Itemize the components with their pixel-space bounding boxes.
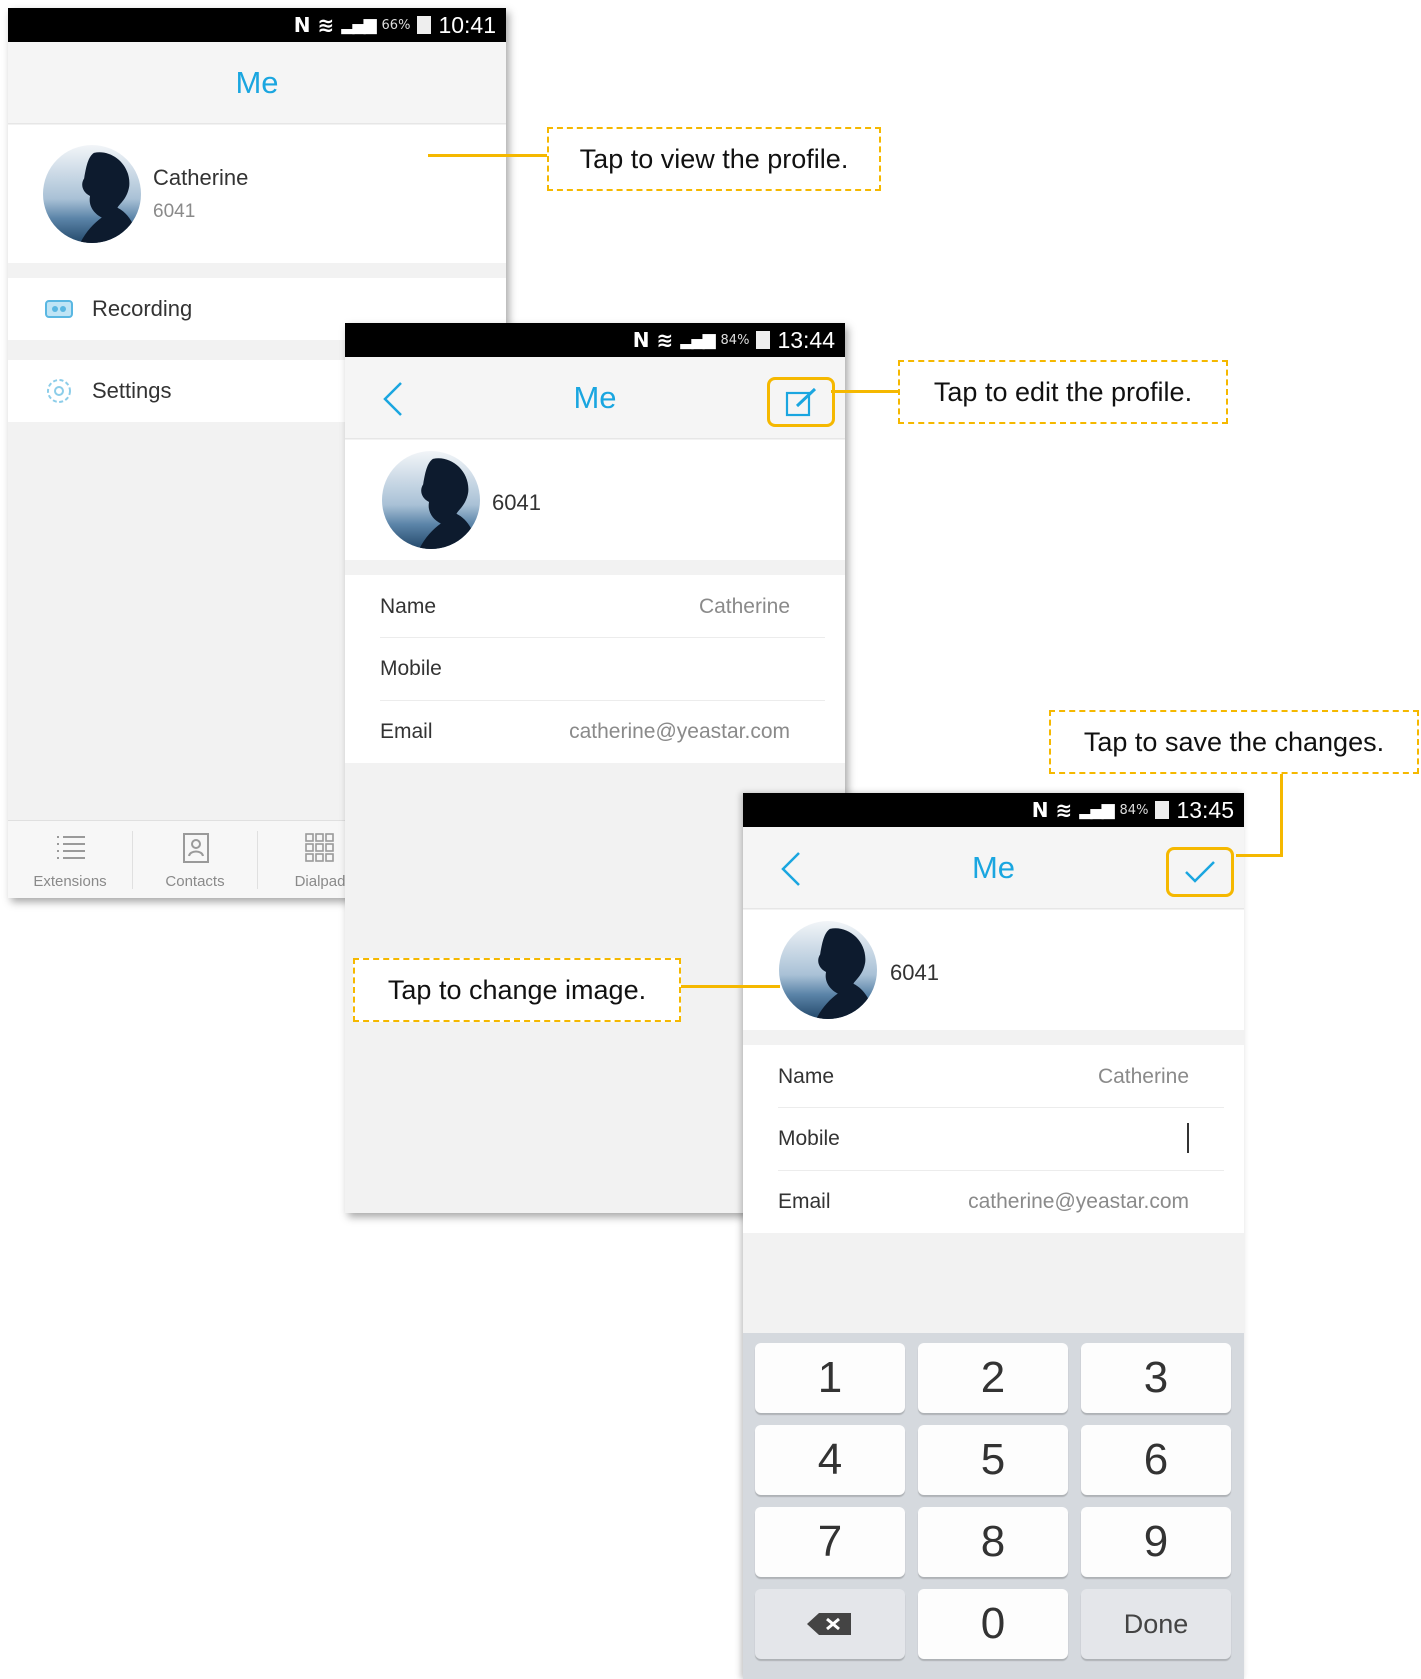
status-bar: N ≋ ▂▄▆ 84% 13:44 [345, 323, 845, 357]
callout-view-profile: Tap to view the profile. [547, 127, 881, 191]
backspace-key[interactable] [755, 1589, 905, 1659]
profile-card[interactable]: Catherine 6041 [8, 125, 506, 263]
field-label-name: Name [778, 1065, 835, 1088]
field-label-email: Email [380, 720, 433, 743]
text-cursor [1187, 1123, 1189, 1153]
dialpad-grid-icon [305, 833, 334, 862]
signal-icon: ▂▄▆ [680, 330, 715, 350]
field-label-name: Name [380, 595, 437, 618]
list-icon [57, 836, 85, 859]
key-7[interactable]: 7 [755, 1507, 905, 1577]
callout-save-changes: Tap to save the changes. [1049, 710, 1419, 774]
field-label-email: Email [778, 1190, 831, 1213]
nfc-icon: N [632, 328, 650, 352]
key-3[interactable]: 3 [1081, 1343, 1231, 1413]
avatar-section: 6041 [743, 910, 1244, 1030]
menu-label-recording: Recording [92, 296, 193, 321]
avatar [43, 145, 141, 243]
battery-percent: 84% [720, 332, 750, 348]
key-9[interactable]: 9 [1081, 1507, 1231, 1577]
numeric-keypad: 1 2 3 4 5 6 7 8 9 0 Done [743, 1333, 1244, 1679]
key-6[interactable]: 6 [1081, 1425, 1231, 1495]
divider [380, 700, 825, 701]
contacts-book-icon [183, 833, 209, 863]
signal-icon: ▂▄▆ [1079, 800, 1114, 820]
nfc-icon: N [1031, 798, 1049, 822]
tab-label-extensions: Extensions [33, 873, 107, 890]
avatar-section: 6041 [345, 440, 845, 560]
signal-icon: ▂▄▆ [341, 15, 376, 35]
checkmark-icon [1185, 861, 1215, 883]
backspace-icon [807, 1613, 851, 1635]
profile-extension: 6041 [153, 201, 196, 222]
key-5[interactable]: 5 [918, 1425, 1068, 1495]
battery-percent: 66% [381, 17, 411, 33]
field-label-mobile: Mobile [380, 657, 442, 680]
title-bar: Me [345, 357, 845, 439]
settings-icon [47, 379, 71, 403]
menu-label-settings: Settings [92, 378, 172, 403]
done-key[interactable]: Done [1081, 1589, 1231, 1659]
callout-edit-profile: Tap to edit the profile. [898, 360, 1228, 424]
battery-icon [417, 16, 432, 34]
callout-leader-line [1280, 772, 1283, 857]
avatar[interactable] [382, 451, 480, 549]
callout-change-image: Tap to change image. [353, 958, 681, 1022]
recording-icon [45, 300, 73, 318]
profile-extension: 6041 [890, 960, 939, 985]
done-label: Done [1123, 1608, 1189, 1639]
battery-percent: 84% [1119, 802, 1149, 818]
callout-leader-line [680, 985, 780, 988]
battery-icon [1155, 801, 1170, 819]
divider [380, 637, 825, 638]
title-bar: Me [8, 42, 506, 124]
status-bar: N ≋ ▂▄▆ 84% 13:45 [743, 793, 1244, 827]
key-2[interactable]: 2 [918, 1343, 1068, 1413]
key-0[interactable]: 0 [918, 1589, 1068, 1659]
callout-leader-line [831, 390, 899, 393]
status-time: 13:44 [777, 326, 835, 353]
page-title: Me [235, 65, 279, 100]
status-time: 13:45 [1176, 796, 1234, 823]
key-4[interactable]: 4 [755, 1425, 905, 1495]
edit-profile-button[interactable] [767, 377, 835, 427]
wifi-icon: ≋ [317, 13, 335, 37]
avatar[interactable] [779, 921, 877, 1019]
wifi-icon: ≋ [1055, 798, 1073, 822]
status-time: 10:41 [438, 11, 496, 38]
tab-extensions[interactable]: Extensions [8, 821, 132, 898]
name-input[interactable]: Catherine [1098, 1065, 1189, 1089]
key-1[interactable]: 1 [755, 1343, 905, 1413]
nfc-icon: N [293, 13, 311, 37]
field-label-mobile: Mobile [778, 1127, 840, 1150]
tab-contacts[interactable]: Contacts [133, 821, 257, 898]
field-value-name: Catherine [698, 595, 790, 618]
tab-label-contacts: Contacts [165, 873, 225, 890]
save-changes-button[interactable] [1166, 847, 1234, 897]
title-bar: Me [743, 827, 1244, 909]
callout-leader-line [428, 154, 548, 157]
battery-icon [756, 331, 771, 349]
field-value-email: catherine@yeastar.com [569, 720, 790, 743]
profile-name: Catherine [153, 165, 249, 190]
phone-screen-edit-profile: N ≋ ▂▄▆ 84% 13:45 Me 6041 Name Catherine… [743, 793, 1244, 1679]
divider [778, 1170, 1224, 1171]
status-bar: N ≋ ▂▄▆ 66% 10:41 [8, 8, 506, 42]
key-8[interactable]: 8 [918, 1507, 1068, 1577]
wifi-icon: ≋ [656, 328, 674, 352]
profile-extension: 6041 [492, 490, 541, 515]
divider [778, 1107, 1224, 1108]
email-input[interactable]: catherine@yeastar.com [968, 1190, 1189, 1214]
profile-fields: Name Catherine Mobile Email catherine@ye… [345, 575, 845, 763]
callout-leader-line [1236, 854, 1283, 857]
profile-fields: Name Catherine Mobile Email catherine@ye… [743, 1045, 1244, 1233]
edit-icon [785, 387, 817, 417]
